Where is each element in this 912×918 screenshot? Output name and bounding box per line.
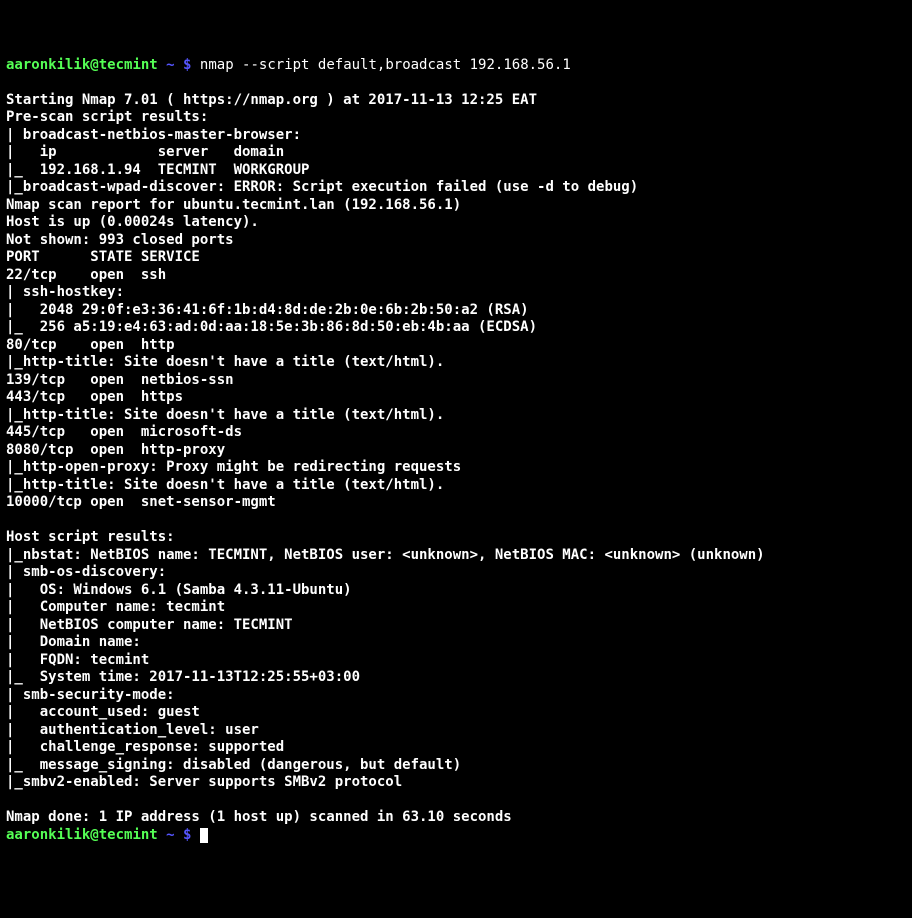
prompt-host: tecmint: [99, 57, 158, 73]
command-input[interactable]: nmap --script default,broadcast 192.168.…: [200, 57, 571, 73]
prompt-at: @: [90, 57, 98, 73]
terminal[interactable]: aaronkilik@tecmint ~ $ nmap --script def…: [6, 57, 906, 845]
terminal-output: Starting Nmap 7.01 ( https://nmap.org ) …: [6, 92, 765, 826]
cursor: [200, 828, 208, 843]
prompt-user: aaronkilik: [6, 57, 90, 73]
prompt-user: aaronkilik: [6, 827, 90, 843]
prompt-path: ~ $: [158, 827, 200, 843]
prompt-path: ~ $: [158, 57, 200, 73]
prompt-host: tecmint: [99, 827, 158, 843]
prompt-at: @: [90, 827, 98, 843]
